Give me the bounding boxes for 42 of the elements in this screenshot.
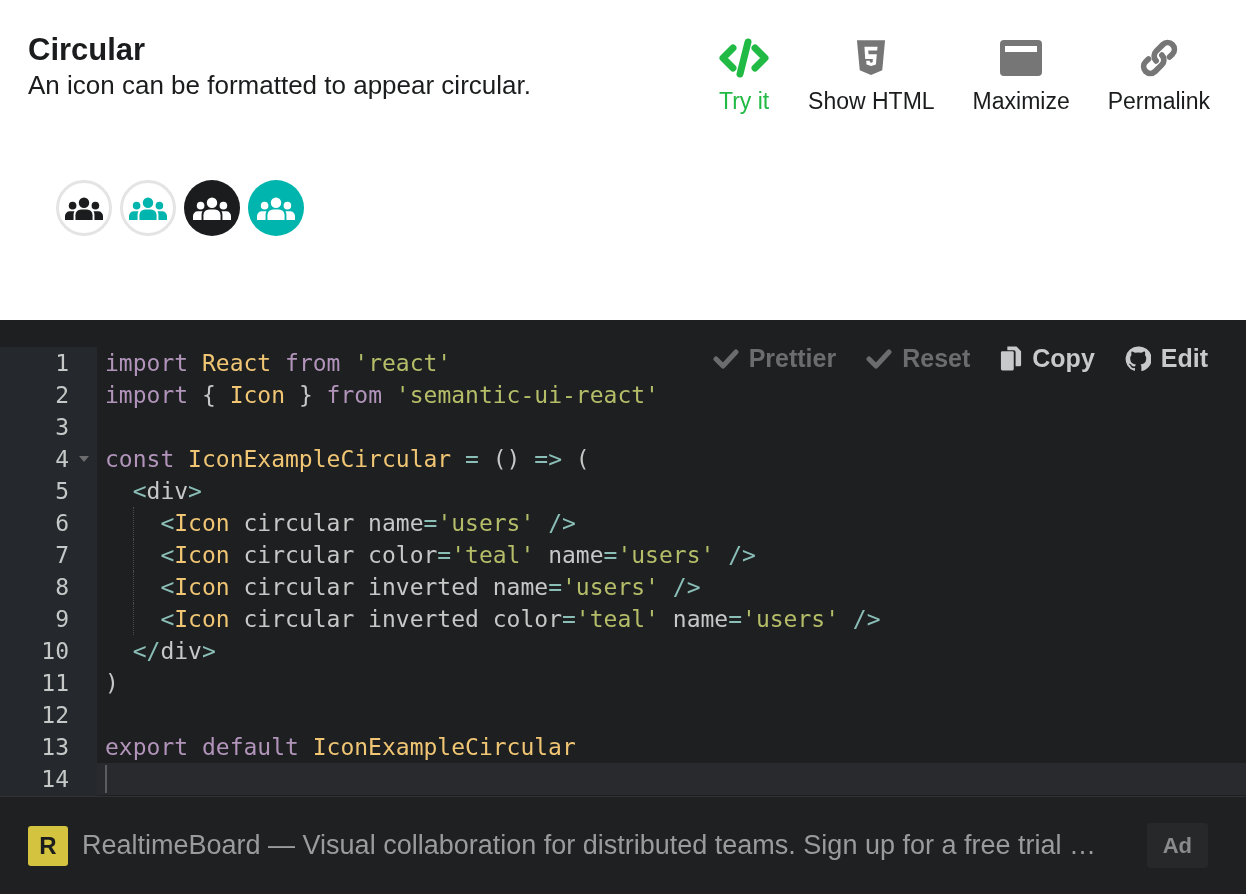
code-line: <Icon circular inverted name='users' /> [159, 572, 701, 602]
example-title: Circular [28, 31, 147, 69]
code-line: </div> [131, 636, 216, 666]
action-button[interactable]: Maximize [966, 36, 1076, 180]
ad-badge: Ad [1146, 823, 1208, 868]
check-icon [866, 347, 893, 370]
line-number: 4 [55, 444, 69, 474]
line-number: 12 [41, 700, 69, 730]
ad-logo: R [28, 825, 68, 866]
github-icon [1124, 345, 1151, 372]
action-button[interactable]: Permalink [1101, 36, 1216, 180]
code-line: <Icon circular color='teal' name='users' /> [159, 540, 756, 570]
code-line: const IconExampleCircular = () => ( [105, 444, 590, 474]
code-line: import React from 'react' [105, 348, 452, 378]
line-number: 11 [41, 668, 69, 698]
code-line: <Icon circular inverted color='teal' name='users' /> [159, 604, 881, 634]
line-number: 13 [41, 732, 69, 762]
line-number: 14 [41, 764, 69, 794]
code-line: <div> [131, 476, 202, 506]
action-button[interactable]: Show HTML [802, 36, 941, 180]
line-number: 5 [55, 476, 69, 506]
line-number: 2 [55, 380, 69, 410]
line-number: 7 [55, 540, 69, 570]
line-number: 10 [41, 636, 69, 666]
copy-icon [1000, 345, 1023, 373]
line-number: 8 [55, 572, 69, 602]
line-number: 3 [55, 412, 69, 442]
toolbar-button[interactable]: Copy [1000, 340, 1095, 378]
line-number: 1 [55, 348, 69, 378]
line-number: 6 [55, 508, 69, 538]
example-description: An icon can be formatted to appear circular. [28, 70, 531, 100]
code-line: export default IconExampleCircular [105, 732, 576, 762]
code-line: import { Icon } from 'semantic-ui-react' [105, 380, 659, 410]
line-number: 9 [55, 604, 69, 634]
toolbar-button[interactable]: Edit [1124, 340, 1208, 378]
fold-arrow-icon[interactable] [79, 456, 89, 462]
code-icon [718, 36, 771, 80]
check-icon [712, 347, 739, 370]
ad-text[interactable]: RealtimeBoard — Visual collaboration for distributed teams. Sign up for a free trial … [82, 825, 1133, 866]
text-cursor [105, 765, 107, 793]
code-line: ) [105, 668, 119, 698]
code-line: <Icon circular name='users' /> [159, 508, 576, 538]
